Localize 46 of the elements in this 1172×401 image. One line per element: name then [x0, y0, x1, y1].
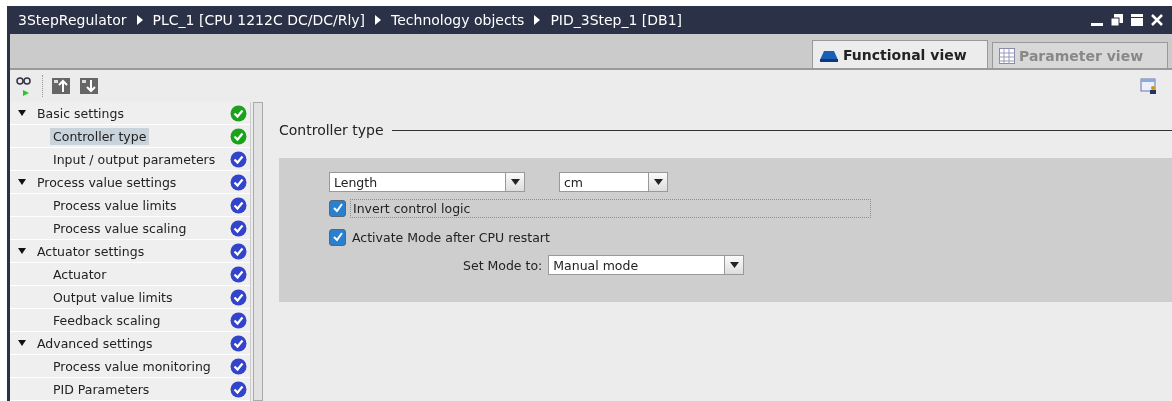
breadcrumb-arrow-icon [534, 15, 541, 25]
tree-item[interactable]: Actuator settings [34, 242, 148, 260]
scrollbar[interactable] [253, 102, 263, 401]
expand-triangle-icon[interactable] [18, 248, 26, 254]
breadcrumb-item[interactable]: Technology objects [391, 12, 525, 28]
window-user-icon[interactable] [1140, 78, 1158, 94]
dropdown[interactable]: cm [559, 172, 668, 192]
tree-item[interactable]: Process value monitoring [50, 357, 214, 375]
tree-item[interactable]: Controller type [50, 127, 150, 145]
expand-down-icon[interactable] [79, 77, 99, 95]
field-label: Set Mode to: [463, 257, 543, 273]
caret-icon [653, 179, 663, 185]
breadcrumb-arrow-icon [136, 15, 143, 25]
tree-item[interactable]: Process value limits [50, 196, 180, 214]
tree-item[interactable]: Process value scaling [50, 219, 190, 237]
checkbox[interactable] [329, 199, 346, 217]
expand-triangle-icon[interactable] [18, 340, 26, 346]
maximize-icon[interactable] [1130, 13, 1144, 27]
breadcrumb-item[interactable]: PLC_1 [CPU 1212C DC/DC/Rly] [152, 12, 366, 28]
section-title: Controller type [279, 122, 384, 138]
checkbox-label[interactable]: Activate Mode after CPU restart [350, 228, 552, 246]
caret-icon [729, 262, 739, 268]
dropdown[interactable]: Manual mode [548, 255, 745, 275]
tree-item[interactable]: Feedback scaling [50, 311, 164, 329]
restore-icon[interactable] [1110, 13, 1124, 27]
tree-item[interactable]: Process value settings [34, 173, 180, 191]
tree-item[interactable]: PID Parameters [50, 380, 153, 398]
expand-triangle-icon[interactable] [18, 179, 26, 185]
breadcrumb-item[interactable]: PID_3Step_1 [DB1] [550, 12, 683, 28]
expand-up-icon[interactable] [51, 77, 71, 95]
tree-item[interactable]: Basic settings [34, 104, 127, 122]
expand-triangle-icon[interactable] [18, 110, 26, 116]
checkbox-label[interactable]: Invert control logic [350, 198, 871, 218]
caret-icon [510, 179, 520, 185]
dropdown[interactable]: Length [329, 172, 525, 192]
breadcrumb-arrow-icon [375, 15, 382, 25]
tree-item[interactable]: Input / output parameters [50, 150, 219, 168]
checkbox[interactable] [329, 228, 346, 246]
tree-item[interactable]: Output value limits [50, 288, 176, 306]
view-tab[interactable]: Functional view [812, 40, 988, 68]
tree-item[interactable]: Advanced settings [34, 334, 156, 352]
breadcrumb-item[interactable]: 3StepRegulator [18, 12, 127, 28]
glasses-play-icon[interactable] [16, 76, 34, 96]
tree-item[interactable]: Actuator [50, 265, 110, 283]
close-icon[interactable] [1150, 13, 1164, 27]
table-icon [999, 47, 1015, 64]
